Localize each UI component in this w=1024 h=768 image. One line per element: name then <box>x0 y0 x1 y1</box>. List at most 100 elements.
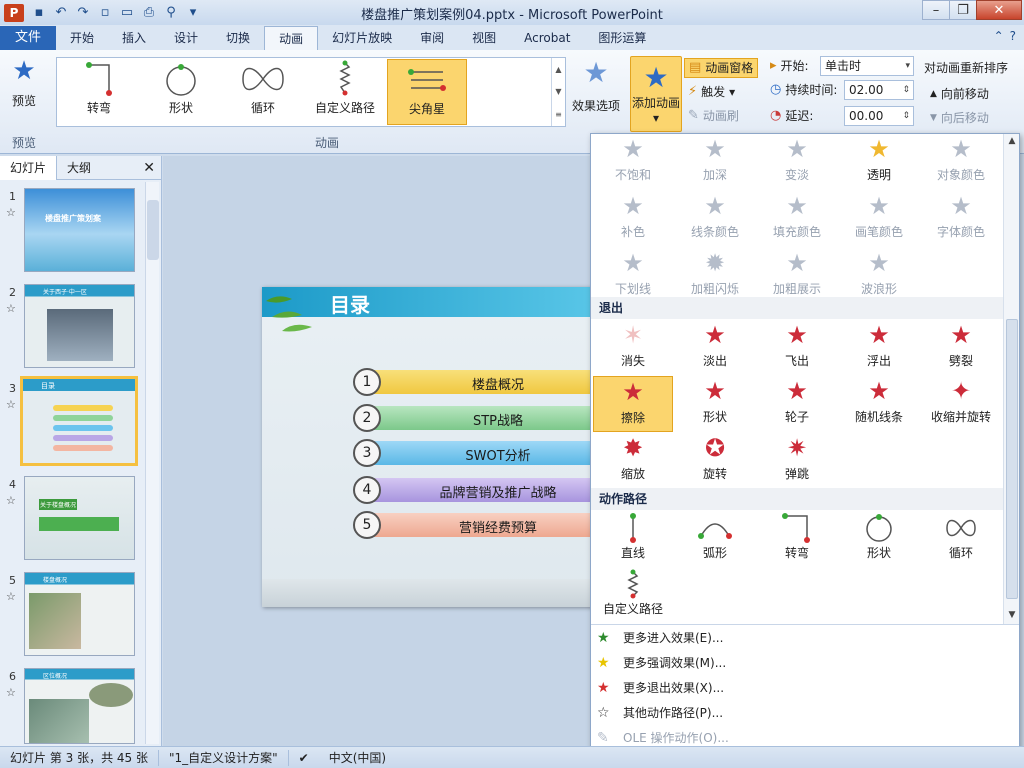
effect-bounce[interactable]: ✷ 弹跳 <box>757 433 837 489</box>
gallery-item-loop[interactable]: 循环 <box>223 59 303 125</box>
more-entrance-effects[interactable]: ★ 更多进入效果(E)... <box>591 626 1019 651</box>
tab-review[interactable]: 审阅 <box>406 26 458 50</box>
print-icon[interactable]: ⎙ <box>140 5 158 21</box>
effect-fly-out[interactable]: ★ 飞出 <box>757 320 837 376</box>
more-exit-effects[interactable]: ★ 更多退出效果(X)... <box>591 676 1019 701</box>
slide-thumbnail[interactable]: 楼盘概况 <box>24 572 135 656</box>
path-turn[interactable]: 转弯 <box>757 512 837 568</box>
undo-icon[interactable]: ↶ <box>52 5 70 21</box>
scroll-down-icon[interactable]: ▼ <box>1004 610 1020 620</box>
move-later-button[interactable]: ▼ 向后移动 <box>930 108 989 128</box>
effect-bold-flash[interactable]: ✹ 加粗闪烁 <box>675 248 755 304</box>
animation-pane-button[interactable]: ▤ 动画窗格 <box>684 58 759 78</box>
move-earlier-button[interactable]: ▲ 向前移动 <box>930 84 989 104</box>
save-icon[interactable]: ▪ <box>30 5 48 21</box>
slide-thumbnail[interactable]: 关于西子·中一区 <box>24 284 135 368</box>
powerpoint-logo-icon[interactable]: P <box>4 3 24 22</box>
gallery-up-icon[interactable]: ▲ <box>555 65 561 74</box>
effect-line-color[interactable]: ★ 线条颜色 <box>675 191 755 247</box>
tab-slideshow[interactable]: 幻灯片放映 <box>318 26 406 50</box>
toc-item[interactable]: 4 品牌营销及推广战略 <box>353 476 602 504</box>
effect-complementary[interactable]: ★ 补色 <box>593 191 673 247</box>
add-animation-button[interactable]: ★ 添加动画 ▾ <box>630 56 682 132</box>
effect-object-color[interactable]: ★ 对象颜色 <box>921 134 1001 190</box>
spinner-icon[interactable]: ⇕ <box>902 81 910 99</box>
scroll-up-icon[interactable]: ▲ <box>1004 136 1020 146</box>
effect-darken[interactable]: ★ 加深 <box>675 134 755 190</box>
effect-wipe[interactable]: ★ 擦除 <box>593 376 673 432</box>
tab-design[interactable]: 设计 <box>160 26 212 50</box>
customize-icon[interactable]: ▾ <box>184 5 202 21</box>
preview-button[interactable]: ★ 预览 <box>4 56 44 136</box>
gallery-scroll[interactable]: ▲ ▼ ≡ <box>551 58 565 126</box>
close-icon[interactable]: ✕ <box>143 160 155 176</box>
effect-spin[interactable]: ✪ 旋转 <box>675 433 755 489</box>
effect-transparency[interactable]: ★ 透明 <box>839 134 919 190</box>
effect-float-out[interactable]: ★ 浮出 <box>839 320 919 376</box>
slide-thumbnail[interactable]: 区位概况 <box>24 668 135 744</box>
spinner-icon[interactable]: ⇕ <box>902 107 910 125</box>
tab-acrobat[interactable]: Acrobat <box>510 26 584 50</box>
path-arc[interactable]: 弧形 <box>675 512 755 568</box>
theme-name[interactable]: "1_自定义设计方案" <box>159 749 288 766</box>
effect-zoom[interactable]: ✸ 缩放 <box>593 433 673 489</box>
tab-transitions[interactable]: 切换 <box>212 26 264 50</box>
gallery-item-turn[interactable]: 转弯 <box>59 59 139 125</box>
tab-slides[interactable]: 幻灯片 <box>0 155 58 180</box>
gallery-down-icon[interactable]: ▼ <box>555 87 561 96</box>
effect-lighten[interactable]: ★ 变淡 <box>757 134 837 190</box>
tab-file[interactable]: 文件 <box>0 26 56 50</box>
tab-insert[interactable]: 插入 <box>108 26 160 50</box>
gallery-item-star-path[interactable]: 尖角星 <box>387 59 467 125</box>
effect-bold-reveal[interactable]: ★ 加粗展示 <box>757 248 837 304</box>
path-shape[interactable]: 形状 <box>839 512 919 568</box>
effect-options-button[interactable]: ★ 效果选项 <box>566 56 626 136</box>
tab-animations[interactable]: 动画 <box>264 26 319 50</box>
slide-thumbnail[interactable]: 楼盘推广策划案 <box>24 188 135 272</box>
path-custom[interactable]: 自定义路径 <box>593 568 673 624</box>
toc-item[interactable]: 3 SWOT分析 <box>353 439 602 467</box>
effect-split[interactable]: ★ 劈裂 <box>921 320 1001 376</box>
effect-fade-out[interactable]: ★ 淡出 <box>675 320 755 376</box>
slide-thumbnail[interactable]: 关于楼盘概况 <box>24 476 135 560</box>
delay-spinner[interactable]: 00.00 ⇕ <box>844 106 914 126</box>
new-icon[interactable]: ▫ <box>96 5 114 21</box>
language[interactable]: 中文(中国) <box>319 749 396 766</box>
tab-home[interactable]: 开始 <box>56 26 108 50</box>
more-emphasis-effects[interactable]: ★ 更多强调效果(M)... <box>591 651 1019 676</box>
slide-thumbnail[interactable]: 目录 <box>20 376 138 466</box>
open-icon[interactable]: ▭ <box>118 5 136 21</box>
effect-wheel[interactable]: ★ 轮子 <box>757 376 837 432</box>
toc-item[interactable]: 1 楼盘概况 <box>353 368 602 396</box>
effect-brush-color[interactable]: ★ 画笔颜色 <box>839 191 919 247</box>
tab-shape-ops[interactable]: 图形运算 <box>584 26 660 50</box>
start-dropdown[interactable]: 单击时 ▾ <box>820 56 914 76</box>
effect-desaturate[interactable]: ★ 不饱和 <box>593 134 673 190</box>
current-slide[interactable]: 目录 1 楼盘概况 2 STP战略 3 SWOT分析 4 品牌营销及推广战略 5… <box>262 287 602 607</box>
path-loop[interactable]: 循环 <box>921 512 1001 568</box>
tab-outline[interactable]: 大纲 <box>57 156 101 180</box>
more-motion-paths[interactable]: ☆ 其他动作路径(P)... <box>591 701 1019 726</box>
minimize-button[interactable]: – <box>922 0 950 20</box>
maximize-button[interactable]: ❐ <box>949 0 977 20</box>
toc-item[interactable]: 2 STP战略 <box>353 404 602 432</box>
trigger-button[interactable]: ⚡ 触发 ▾ <box>688 82 735 102</box>
toc-item[interactable]: 5 营销经费预算 <box>353 511 602 539</box>
gallery-more-icon[interactable]: ≡ <box>555 110 562 119</box>
effect-underline[interactable]: ★ 下划线 <box>593 248 673 304</box>
effect-random-bars[interactable]: ★ 随机线条 <box>839 376 919 432</box>
slides-scrollbar[interactable] <box>145 182 159 744</box>
close-button[interactable]: ✕ <box>976 0 1022 20</box>
gallery-item-custom-path[interactable]: 自定义路径 <box>305 59 385 125</box>
effect-font-color[interactable]: ★ 字体颜色 <box>921 191 1001 247</box>
preview-icon[interactable]: ⚲ <box>162 5 180 21</box>
scroll-thumb[interactable] <box>147 200 159 260</box>
path-line[interactable]: 直线 <box>593 512 673 568</box>
effect-fill-color[interactable]: ★ 填充颜色 <box>757 191 837 247</box>
animation-painter-button[interactable]: ✎ 动画刷 <box>688 106 739 126</box>
tab-view[interactable]: 视图 <box>458 26 510 50</box>
gallery-item-shape[interactable]: 形状 <box>141 59 221 125</box>
effect-shape[interactable]: ★ 形状 <box>675 376 755 432</box>
effect-wave[interactable]: ★ 波浪形 <box>839 248 919 304</box>
redo-icon[interactable]: ↷ <box>74 5 92 21</box>
